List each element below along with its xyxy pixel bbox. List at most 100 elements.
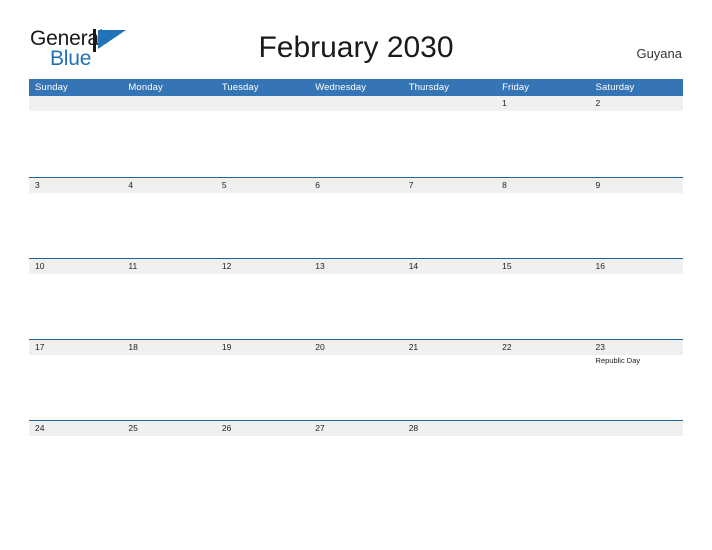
weekday-header-monday: Monday — [128, 82, 163, 93]
day-events-cell — [403, 193, 496, 258]
day-number: 8 — [502, 180, 507, 190]
day-number: 9 — [595, 180, 601, 190]
calendar-page: General Blue February 2030 Guyana Sunday… — [0, 0, 712, 550]
day-cell[interactable]: 5 — [216, 178, 309, 193]
day-cell-empty — [309, 96, 402, 111]
day-cell[interactable]: 10 — [29, 259, 122, 274]
day-cell[interactable]: 17 — [29, 340, 122, 355]
day-events-cell — [309, 436, 402, 501]
day-cell[interactable]: 21 — [403, 340, 496, 355]
calendar-week-row: 12 — [29, 96, 683, 177]
weekday-header-sunday: Sunday — [35, 82, 68, 93]
day-number: 1 — [502, 98, 507, 108]
day-events-cell — [29, 355, 122, 420]
day-cell[interactable]: 27 — [309, 421, 402, 436]
day-events-cell — [590, 193, 683, 258]
day-number: 16 — [595, 261, 605, 271]
weekday-header-tuesday: Tuesday — [221, 82, 259, 93]
day-number: 28 — [408, 423, 419, 433]
day-cell[interactable]: 11 — [122, 259, 215, 274]
day-events-cell — [122, 355, 215, 420]
day-events-cell — [29, 436, 122, 501]
day-cell[interactable]: 9 — [590, 178, 683, 193]
day-cell[interactable]: 3 — [29, 178, 122, 193]
day-cell[interactable]: 20 — [309, 340, 402, 355]
day-events-cell — [590, 436, 683, 501]
day-cell-empty — [122, 96, 215, 111]
day-cell[interactable]: 26 — [216, 421, 309, 436]
day-cell-empty — [590, 421, 683, 436]
day-events-cell — [216, 193, 309, 258]
page-title: February 2030 — [258, 31, 454, 64]
day-cell-empty — [216, 96, 309, 111]
weekday-header-thursday: Thursday — [408, 82, 450, 93]
day-cell[interactable]: 2 — [590, 96, 683, 111]
day-events-cell — [122, 274, 215, 339]
day-number: 13 — [315, 261, 325, 271]
day-cell[interactable]: 19 — [216, 340, 309, 355]
day-events-cell — [122, 193, 215, 258]
day-events-cell — [496, 436, 589, 501]
week-date-strip: 12 — [29, 96, 683, 111]
day-number: 24 — [35, 423, 45, 433]
day-number: 10 — [35, 261, 45, 271]
day-cell[interactable]: 23 — [590, 340, 683, 355]
day-cell[interactable]: 1 — [496, 96, 589, 111]
day-number: 21 — [408, 342, 419, 352]
weekday-header-saturday: Saturday — [595, 82, 635, 93]
day-cell[interactable]: 28 — [403, 421, 496, 436]
day-number: 19 — [221, 342, 232, 352]
calendar-week-row: 17 18 19 20 21 22 23 Republic Day — [29, 339, 683, 420]
week-event-area — [29, 193, 683, 258]
day-cell[interactable]: 25 — [122, 421, 215, 436]
day-events-cell — [590, 274, 683, 339]
day-number: 2 — [595, 98, 601, 108]
day-events-cell — [122, 436, 215, 501]
page-header: General Blue February 2030 Guyana — [0, 0, 712, 79]
day-cell[interactable]: 18 — [122, 340, 215, 355]
day-events-cell — [29, 193, 122, 258]
day-events-cell — [590, 111, 683, 176]
day-cell[interactable]: 8 — [496, 178, 589, 193]
day-cell[interactable]: 22 — [496, 340, 589, 355]
day-number: 15 — [502, 261, 512, 271]
day-cell[interactable]: 24 — [29, 421, 122, 436]
day-cell-empty — [403, 96, 496, 111]
day-number: 18 — [128, 342, 138, 352]
day-number: 11 — [128, 261, 138, 271]
day-cell[interactable]: 12 — [216, 259, 309, 274]
week-date-strip: 24 25 26 27 28 — [29, 421, 683, 436]
day-events-cell — [122, 111, 215, 176]
day-number: 22 — [502, 342, 512, 352]
day-cell[interactable]: 15 — [496, 259, 589, 274]
day-cell[interactable]: 16 — [590, 259, 683, 274]
day-events-cell — [309, 111, 402, 176]
day-events-cell — [216, 111, 309, 176]
day-events-cell — [403, 274, 496, 339]
day-cell[interactable]: 4 — [122, 178, 215, 193]
weekday-header-friday: Friday — [502, 82, 530, 93]
day-cell[interactable]: 7 — [403, 178, 496, 193]
day-cell[interactable]: 13 — [309, 259, 402, 274]
holiday-event: Republic Day — [595, 356, 641, 365]
day-number: 26 — [221, 423, 232, 433]
day-cell[interactable]: 6 — [309, 178, 402, 193]
week-date-strip: 17 18 19 20 21 22 23 — [29, 340, 683, 355]
calendar-grid: Sunday Monday Tuesday Wednesday Thursday… — [29, 79, 683, 501]
day-events-cell — [403, 436, 496, 501]
day-events-cell — [496, 111, 589, 176]
day-cell[interactable]: 14 — [403, 259, 496, 274]
week-event-area: Republic Day — [29, 355, 683, 420]
day-number: 27 — [315, 423, 325, 433]
day-events-cell — [29, 274, 122, 339]
day-number: 5 — [221, 180, 227, 190]
day-events-cell[interactable]: Republic Day — [590, 355, 683, 420]
day-number: 20 — [315, 342, 325, 352]
day-events-cell — [216, 355, 309, 420]
day-number: 25 — [128, 423, 138, 433]
day-events-cell — [496, 355, 589, 420]
day-number: 17 — [35, 342, 45, 352]
week-event-area — [29, 436, 683, 501]
day-events-cell — [309, 193, 402, 258]
day-number: 4 — [128, 180, 134, 190]
